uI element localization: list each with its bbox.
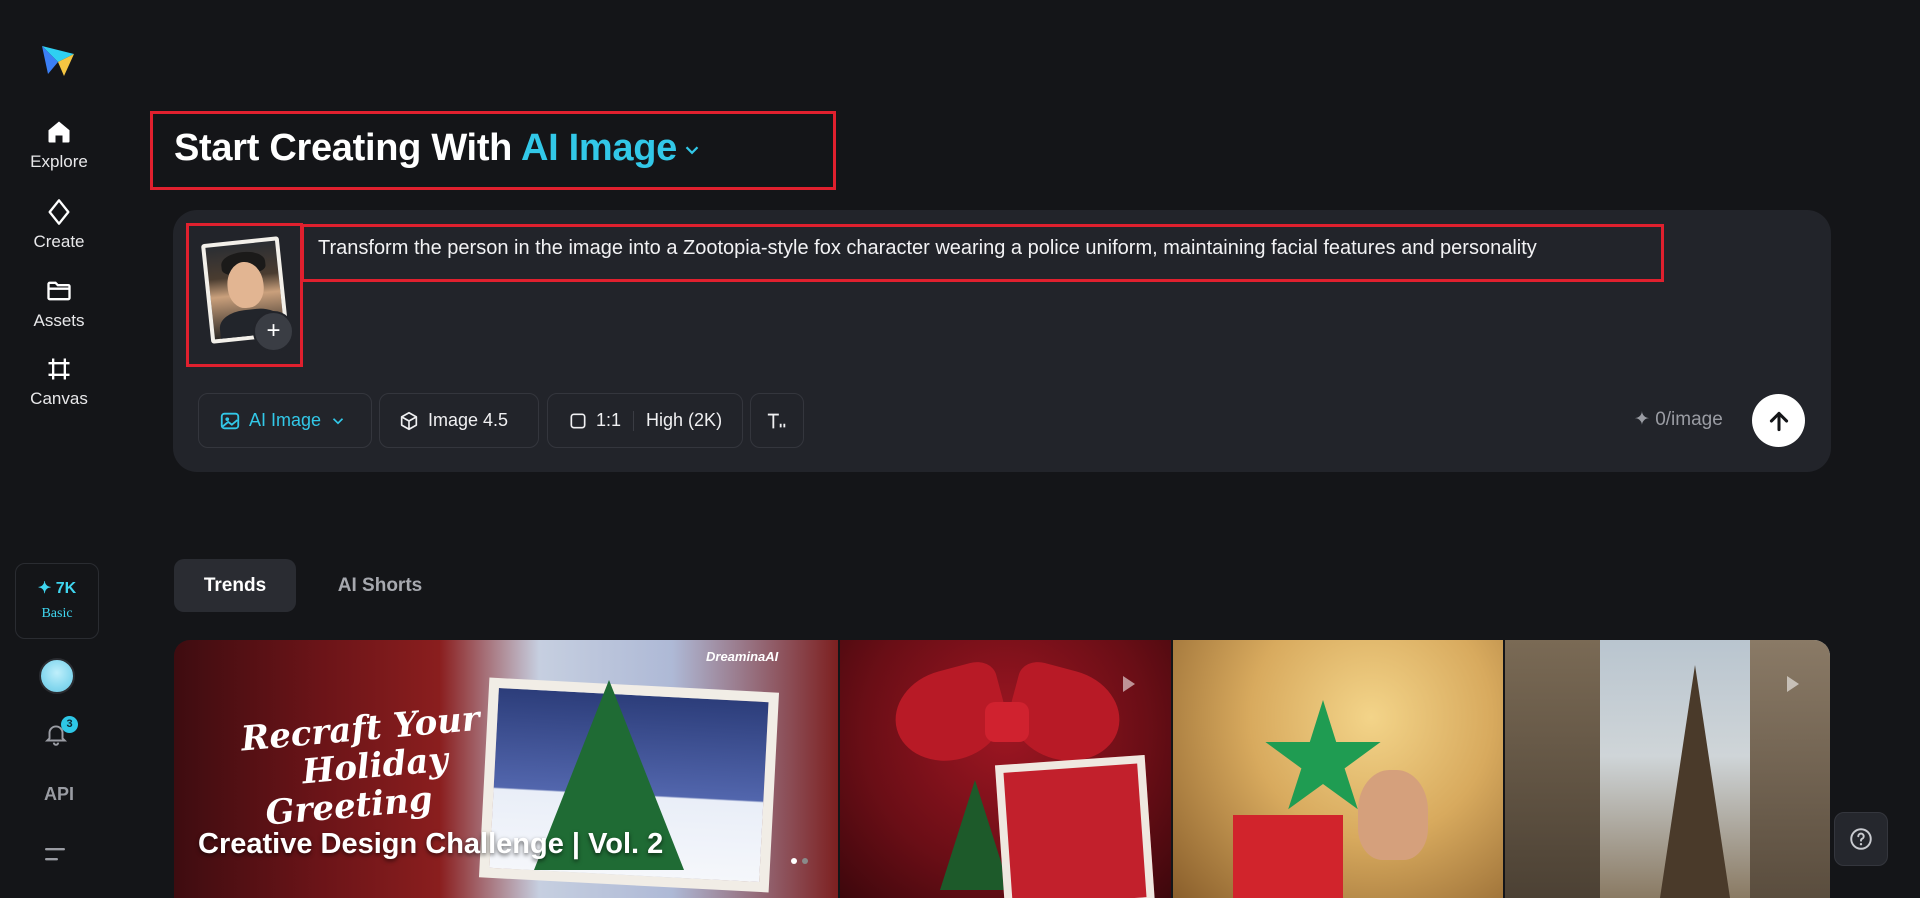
sidebar-item-explore[interactable]: Explore	[0, 118, 118, 172]
brand-watermark: DreaminaAI	[706, 649, 779, 664]
gallery-card[interactable]	[840, 640, 1171, 898]
sidebar: Explore Create Assets Canvas ✦ 7K Basic …	[0, 0, 118, 898]
sidebar-item-label: Explore	[30, 152, 88, 171]
credits-badge[interactable]: ✦ 7K Basic	[15, 563, 99, 639]
tab-ai-shorts[interactable]: AI Shorts	[316, 559, 444, 612]
page-title: Start Creating With AI Image	[174, 127, 703, 170]
carousel-dot[interactable]	[791, 858, 797, 864]
dreamina-logo[interactable]	[38, 40, 78, 80]
app-root: Explore Create Assets Canvas ✦ 7K Basic …	[0, 0, 1920, 898]
text-quote-icon	[767, 413, 786, 428]
square-ratio-icon	[570, 413, 586, 428]
divider	[633, 410, 635, 431]
sidebar-item-assets[interactable]: Assets	[0, 277, 118, 331]
frame-icon	[48, 358, 70, 380]
bow-art	[985, 702, 1029, 742]
sidebar-item-canvas[interactable]: Canvas	[0, 355, 118, 409]
avatar[interactable]	[39, 658, 75, 694]
folder-icon	[47, 281, 71, 301]
page-title-prefix: Start Creating With	[174, 127, 513, 169]
play-icon	[1787, 676, 1799, 692]
tab-trends[interactable]: Trends	[174, 559, 296, 612]
gallery-card[interactable]	[1505, 640, 1830, 898]
ratio-quality-button[interactable]: 1:1 High (2K)	[547, 393, 743, 448]
api-link[interactable]: API	[0, 784, 118, 805]
gift-art	[1233, 815, 1343, 898]
image-icon	[220, 412, 240, 429]
quality-label: High (2K)	[646, 410, 723, 430]
featured-card-title: Creative Design Challenge | Vol. 2	[198, 828, 664, 860]
model-select-button[interactable]: Image 4.5	[379, 393, 539, 448]
mode-select-label: AI Image	[249, 410, 322, 430]
menu-icon[interactable]	[45, 846, 67, 864]
mode-select-button[interactable]: AI Image	[198, 393, 372, 448]
notification-count-badge: 3	[61, 716, 78, 733]
sidebar-item-label: Canvas	[30, 389, 88, 408]
model-select-label: Image 4.5	[428, 410, 509, 430]
generate-button[interactable]	[1752, 394, 1805, 447]
chevron-down-icon	[332, 417, 344, 424]
credits-amount: ✦ 7K	[37, 580, 77, 597]
gallery-card-featured[interactable]: Recraft Your Holiday Greeting DreaminaAI…	[174, 640, 838, 898]
mode-dropdown-label: AI Image	[520, 127, 677, 169]
cost-per-image: ✦ 0/image	[1634, 409, 1723, 430]
plan-label: Basic	[41, 606, 73, 621]
building-art	[1505, 640, 1600, 898]
add-reference-button[interactable]: +	[253, 311, 294, 352]
help-button[interactable]	[1834, 812, 1888, 866]
arrow-up-icon	[1769, 411, 1788, 431]
sparkle-diamond-icon	[48, 199, 70, 225]
mode-dropdown[interactable]: AI Image	[521, 127, 703, 169]
hero-script-text: Recraft Your Holiday Greeting	[239, 699, 487, 834]
gallery-card[interactable]	[1173, 640, 1503, 898]
notifications-button[interactable]: 3	[43, 716, 78, 750]
play-icon	[1123, 676, 1135, 692]
eiffel-tower-art	[1660, 665, 1730, 898]
text-style-button[interactable]	[750, 393, 804, 448]
sidebar-item-create[interactable]: Create	[0, 198, 118, 252]
prompt-input[interactable]: Transform the person in the image into a…	[318, 237, 1537, 260]
home-icon	[48, 121, 70, 143]
person-art	[1358, 770, 1428, 860]
carousel-dots[interactable]	[791, 858, 808, 864]
carousel-dot[interactable]	[802, 858, 808, 864]
frame-art	[994, 754, 1156, 898]
help-icon	[1850, 828, 1872, 850]
ratio-label: 1:1	[596, 410, 622, 430]
sidebar-item-label: Create	[33, 232, 85, 251]
cube-icon	[400, 411, 418, 430]
chevron-down-icon	[685, 146, 699, 155]
sidebar-item-label: Assets	[33, 311, 85, 330]
